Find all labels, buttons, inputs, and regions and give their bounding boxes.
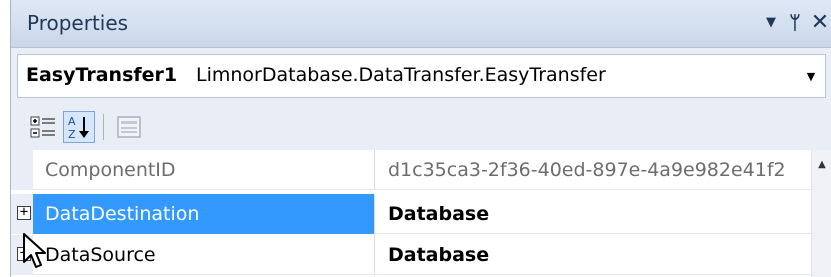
categorized-button[interactable] [27,111,59,143]
vertical-scrollbar[interactable]: ▲ [811,150,831,277]
svg-text:A: A [68,115,76,128]
title-bar: Properties ▼ ᛘ ✕ [11,0,831,48]
property-pages-icon [117,116,141,138]
chevron-down-icon[interactable]: ▼ [803,67,819,87]
object-selector-combobox[interactable]: EasyTransfer1 LimnorDatabase.DataTransfe… [17,54,826,98]
row-gutter [11,150,33,190]
svg-text:Z: Z [68,128,76,141]
expand-icon[interactable]: + [17,205,31,220]
categorized-icon [30,116,55,138]
properties-panel: Properties ▼ ᛘ ✕ EasyTransfer1 LimnorDat… [10,0,831,277]
alphabetical-button[interactable]: A Z [63,111,95,143]
property-grid: ComponentID d1c35ca3-2f36-40ed-897e-4a9e… [11,150,831,277]
mouse-cursor-icon [23,233,46,268]
property-name: ComponentID [33,150,375,190]
property-row-componentid[interactable]: ComponentID d1c35ca3-2f36-40ed-897e-4a9e… [11,150,811,190]
property-row-datasource[interactable]: + DataSource Database [11,235,811,275]
auto-hide-pin-icon[interactable]: ᛘ [781,6,809,40]
property-pages-button[interactable] [113,111,145,143]
selected-object-name: EasyTransfer1 [26,64,178,86]
property-name: DataDestination [33,194,375,234]
properties-toolbar: A Z [17,104,826,148]
property-value[interactable]: Database [376,235,811,275]
alphabetical-sort-icon: A Z [68,115,89,141]
property-value[interactable]: d1c35ca3-2f36-40ed-897e-4a9e982e41f2 [376,150,811,190]
selected-object-type: LimnorDatabase.DataTransfer.EasyTransfer [196,64,606,86]
scroll-up-icon[interactable]: ▲ [812,156,831,174]
property-value[interactable]: Database [376,194,811,234]
property-row-datadestination[interactable]: + DataDestination Database [11,194,811,234]
property-name: DataSource [33,235,375,275]
close-icon[interactable]: ✕ [806,6,831,40]
toolbar-separator [103,114,104,140]
panel-title: Properties [27,11,129,35]
